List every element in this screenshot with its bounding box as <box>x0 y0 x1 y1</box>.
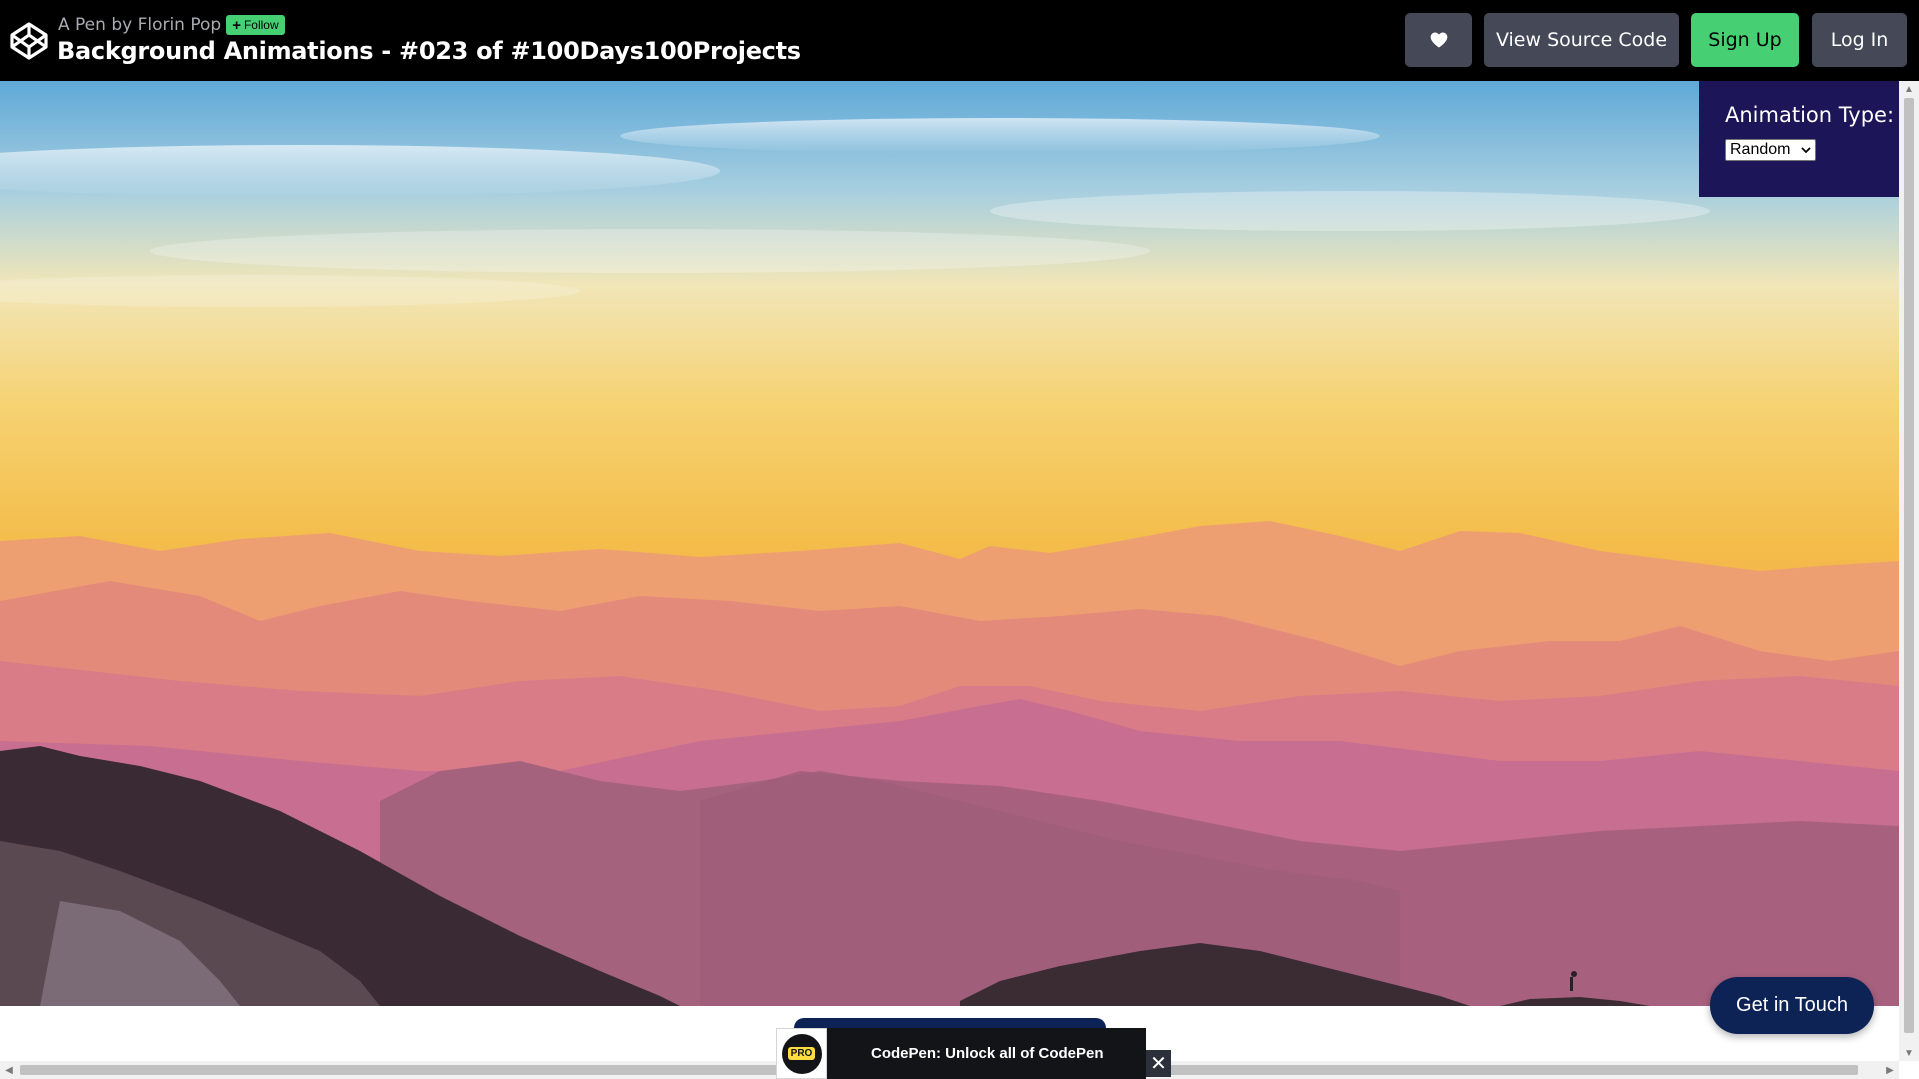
animation-type-value: Random <box>1730 141 1791 158</box>
heart-button[interactable] <box>1405 13 1472 67</box>
pro-badge-container: PRO <box>776 1028 827 1079</box>
heart-icon <box>1430 32 1447 48</box>
close-icon[interactable]: ✕ <box>1146 1050 1171 1077</box>
pro-badge-text: PRO <box>787 1047 816 1060</box>
plus-icon: + <box>232 16 241 34</box>
codepen-pro-promo[interactable]: PRO CodePen: Unlock all of CodePen <box>776 1028 1146 1079</box>
animation-type-panel: Animation Type: Random <box>1699 81 1899 197</box>
codepen-logo-icon[interactable] <box>9 21 49 61</box>
animation-type-label: Animation Type: <box>1725 103 1895 127</box>
scroll-up-arrow-icon[interactable]: ▲ <box>1899 81 1919 97</box>
log-in-button[interactable]: Log In <box>1812 13 1907 67</box>
top-header: A Pen by Florin Pop + Follow Background … <box>0 0 1919 81</box>
pen-byline: A Pen by Florin Pop + Follow <box>58 15 285 35</box>
vertical-scrollbar[interactable]: ▲ ▼ <box>1899 81 1919 1061</box>
vertical-scroll-thumb[interactable] <box>1904 98 1914 1033</box>
get-in-touch-button[interactable]: Get in Touch <box>1710 977 1874 1034</box>
chevron-down-icon <box>1801 147 1811 154</box>
promo-text: CodePen: Unlock all of CodePen <box>871 1045 1104 1062</box>
follow-button[interactable]: + Follow <box>226 15 285 35</box>
sign-up-button[interactable]: Sign Up <box>1691 13 1799 67</box>
scroll-right-arrow-icon[interactable]: ▶ <box>1881 1061 1899 1079</box>
view-source-button[interactable]: View Source Code <box>1484 13 1679 67</box>
pro-badge: PRO <box>781 1033 822 1074</box>
scroll-down-arrow-icon[interactable]: ▼ <box>1899 1045 1919 1061</box>
follow-label: Follow <box>243 18 279 32</box>
pen-title: Background Animations - #023 of #100Days… <box>57 37 801 65</box>
mountain-sunset-image <box>0 81 1899 1006</box>
pen-preview <box>0 81 1899 1006</box>
byline-text[interactable]: A Pen by Florin Pop <box>58 15 221 35</box>
page: A Pen by Florin Pop + Follow Background … <box>0 0 1919 1079</box>
animation-type-select[interactable]: Random <box>1725 139 1816 161</box>
scroll-left-arrow-icon[interactable]: ◀ <box>0 1061 18 1079</box>
